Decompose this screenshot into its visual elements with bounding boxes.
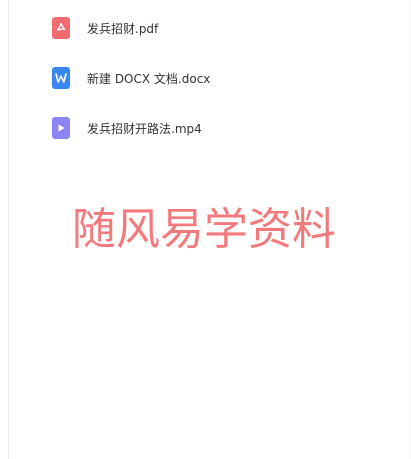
- video-icon: [52, 117, 70, 139]
- file-name: 发兵招财.pdf: [87, 21, 159, 36]
- file-item-docx[interactable]: 新建 DOCX 文档.docx: [52, 66, 352, 90]
- file-name: 发兵招财开路法.mp4: [87, 121, 202, 136]
- word-icon: [52, 67, 70, 89]
- pdf-icon: [52, 17, 70, 39]
- file-item-mp4[interactable]: 发兵招财开路法.mp4: [52, 116, 352, 140]
- watermark-text: 随风易学资料: [72, 204, 336, 255]
- file-item-pdf[interactable]: 发兵招财.pdf: [52, 16, 352, 40]
- panel-border: [8, 0, 9, 459]
- file-name: 新建 DOCX 文档.docx: [87, 71, 211, 86]
